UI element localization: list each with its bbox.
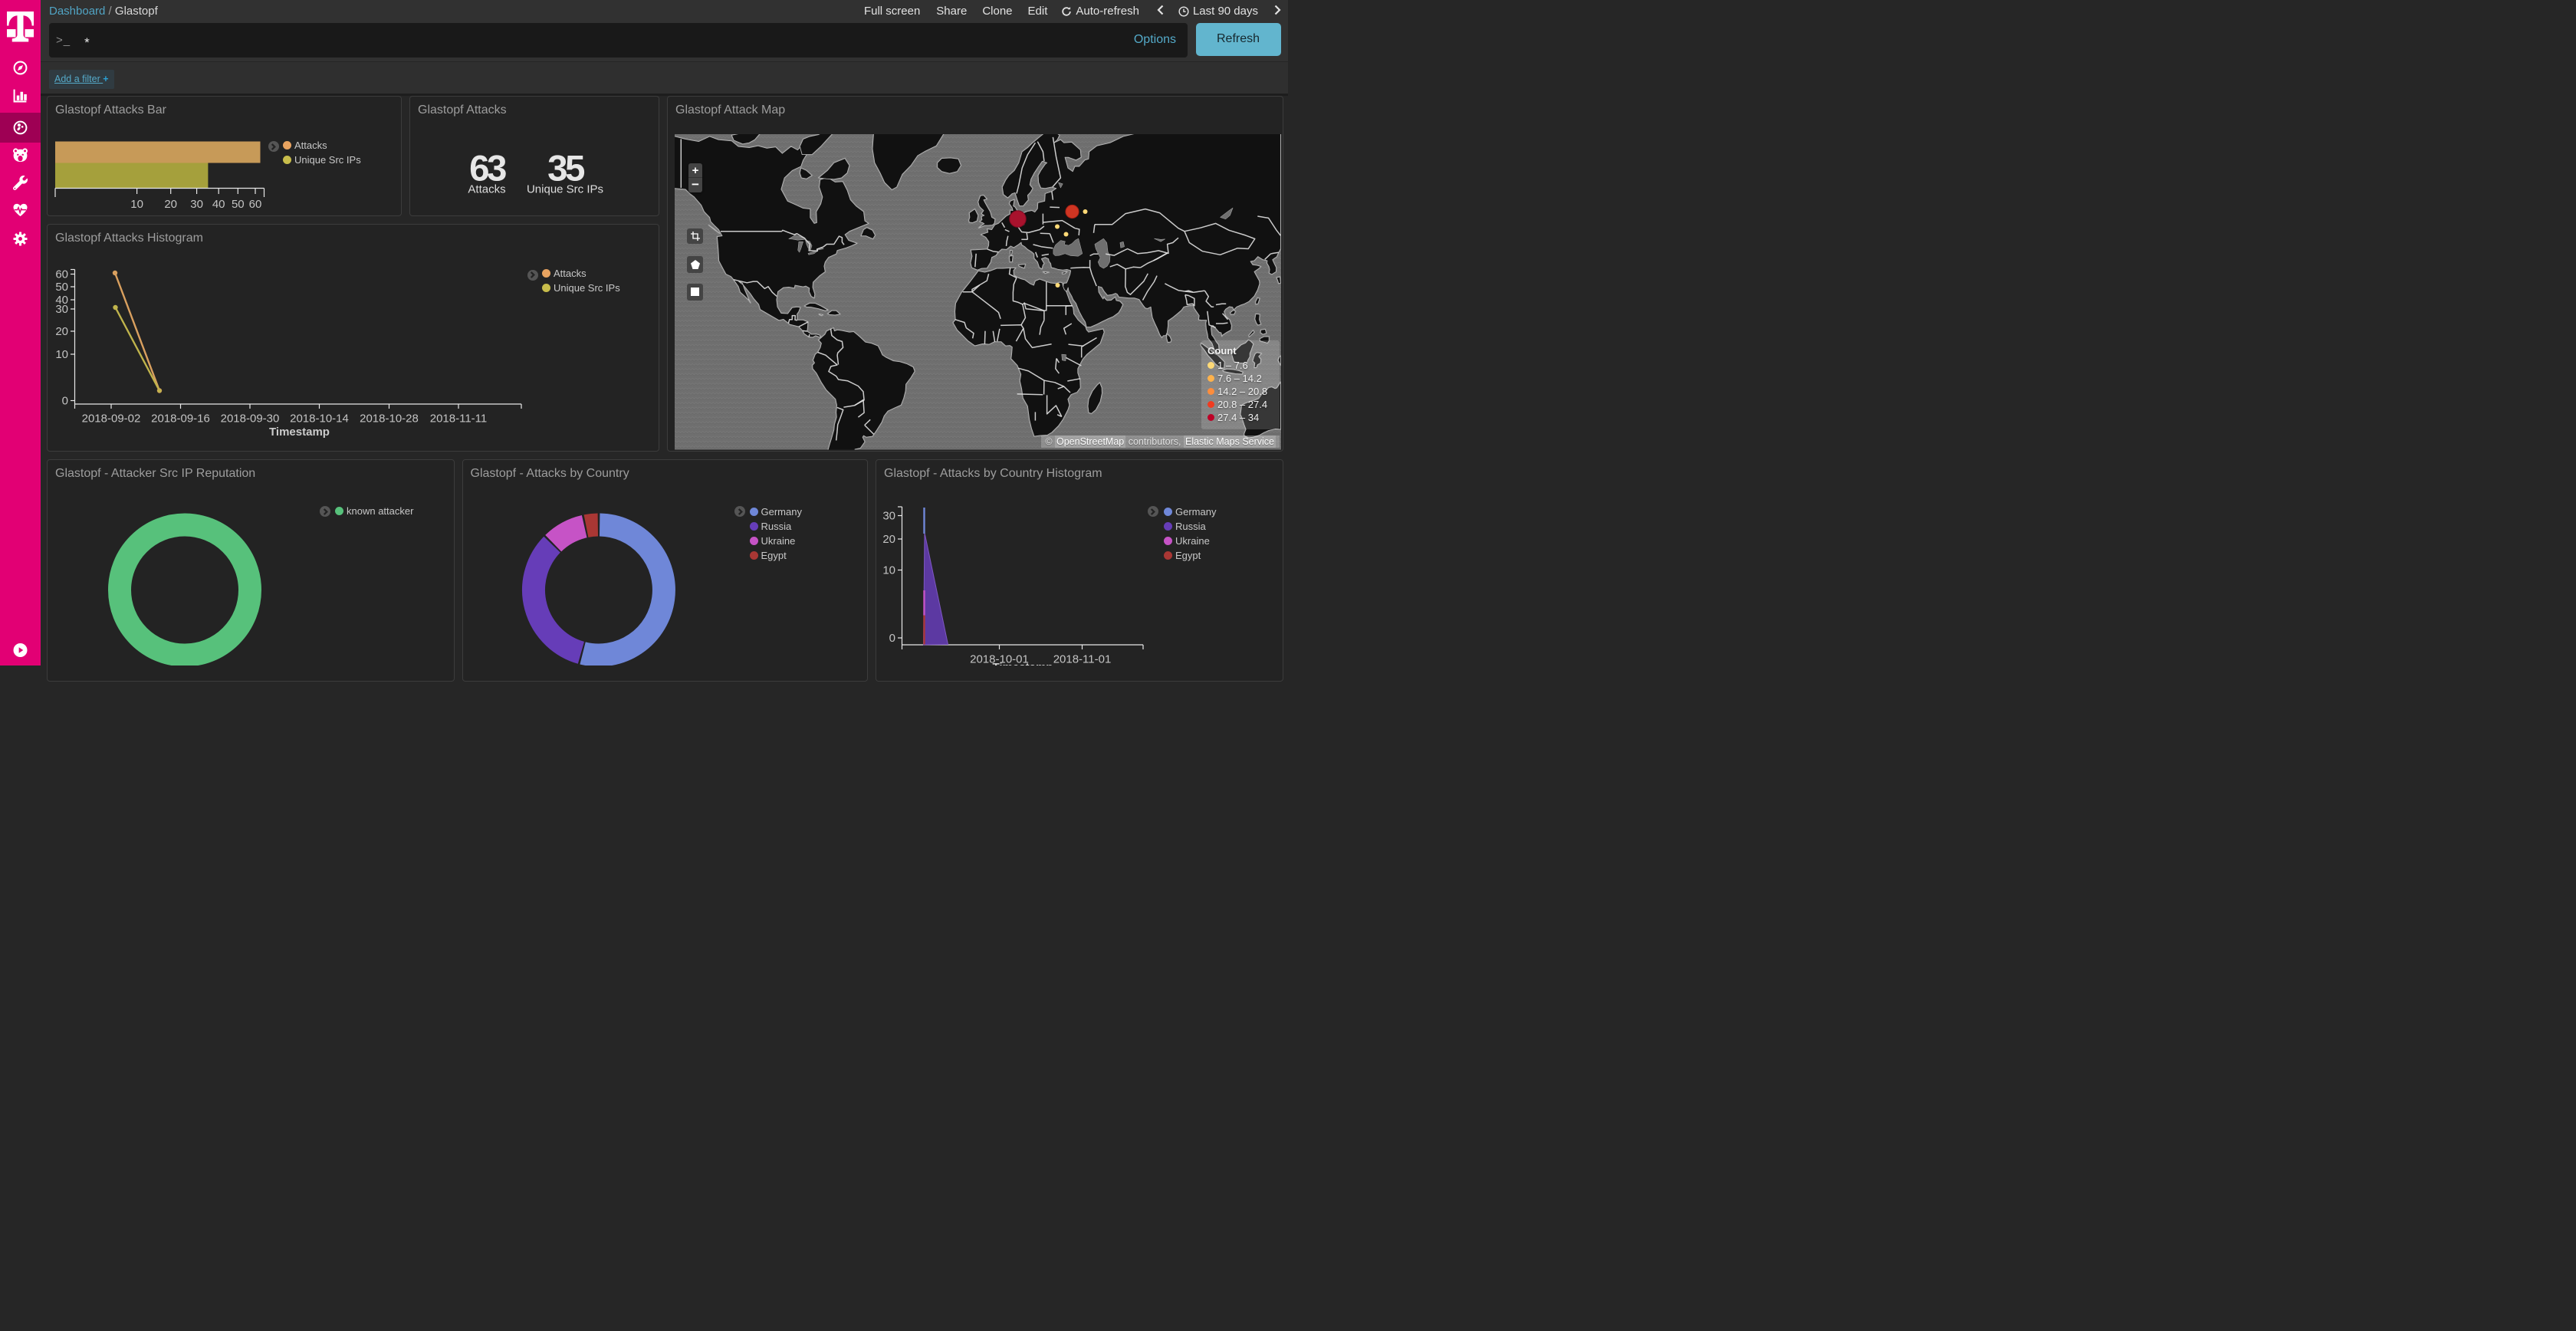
svg-text:2018-11-01: 2018-11-01 [1053, 653, 1112, 666]
svg-text:2018-09-16: 2018-09-16 [151, 412, 210, 425]
svg-text:Timestamp: Timestamp [993, 661, 1053, 666]
svg-text:10: 10 [130, 198, 143, 211]
svg-text:60: 60 [249, 198, 262, 211]
svg-text:2018-09-30: 2018-09-30 [221, 412, 280, 425]
svg-text:10: 10 [55, 348, 68, 361]
svg-text:30: 30 [55, 303, 68, 316]
svg-text:20: 20 [55, 325, 68, 338]
svg-text:10: 10 [882, 564, 895, 577]
svg-text:2018-10-14: 2018-10-14 [290, 412, 349, 425]
svg-text:40: 40 [212, 198, 225, 211]
svg-text:50: 50 [55, 281, 68, 294]
svg-text:Timestamp: Timestamp [269, 426, 330, 439]
svg-text:2018-09-02: 2018-09-02 [82, 412, 141, 425]
svg-text:60: 60 [55, 268, 68, 281]
svg-text:30: 30 [190, 198, 203, 211]
svg-text:20: 20 [164, 198, 177, 211]
svg-text:0: 0 [889, 632, 895, 645]
svg-text:30: 30 [882, 510, 895, 523]
svg-text:2018-11-11: 2018-11-11 [430, 412, 488, 425]
svg-text:20: 20 [882, 533, 895, 546]
svg-text:50: 50 [232, 198, 245, 211]
svg-text:2018-10-28: 2018-10-28 [360, 412, 419, 425]
svg-text:0: 0 [62, 394, 68, 407]
